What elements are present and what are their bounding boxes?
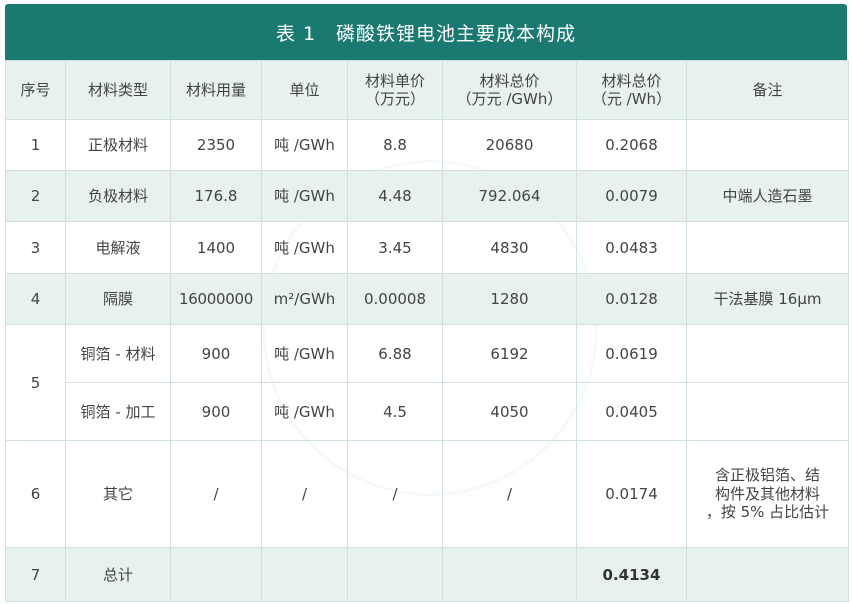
cell-note (686, 119, 849, 171)
cell-note (686, 382, 849, 441)
cost-table-figure: 表 1 磷酸铁锂电池主要成本构成 序号 材料类型 材料用量 单位 材料单价 （万… (0, 0, 852, 604)
cell-type: 隔膜 (65, 273, 171, 325)
cell-cost: 0.2068 (576, 119, 687, 171)
table-row: 1 正极材料 2350 吨 /GWh 8.8 20680 0.2068 (5, 119, 849, 171)
cell-note (686, 221, 849, 274)
cell-price: 3.45 (347, 221, 443, 274)
cell-note: 干法基膜 16μm (686, 273, 849, 325)
cell-price: 6.88 (347, 324, 443, 383)
header-unit: 单位 (261, 60, 348, 120)
cell-price: 4.48 (347, 170, 443, 222)
cell-type: 铜箔 - 加工 (65, 382, 171, 441)
table-row: 6 其它 / / / / 0.0174 含正极铝箔、结 构件及其他材料 ，按 5… (5, 440, 849, 548)
cost-table: 序号 材料类型 材料用量 单位 材料单价 （万元） 材料总价 （万元 /GWh）… (5, 60, 849, 602)
cell-index: 1 (5, 119, 66, 171)
cell-price: 8.8 (347, 119, 443, 171)
cell-cost: 0.0405 (576, 382, 687, 441)
table-row: 铜箔 - 加工 900 吨 /GWh 4.5 4050 0.0405 (6, 382, 849, 441)
header-cost-line2: （元 /Wh） (591, 90, 672, 108)
cell-cost: 0.0079 (576, 170, 687, 222)
cell-index: 3 (5, 221, 66, 274)
cell-type: 铜箔 - 材料 (65, 324, 171, 383)
note-line1: 含正极铝箔、结 (714, 465, 820, 484)
cell-type: 其它 (65, 440, 171, 548)
header-unit-price: 材料单价 （万元） (347, 60, 443, 120)
cell-note: 中端人造石墨 (686, 170, 849, 222)
cell-unit: 吨 /GWh (261, 221, 348, 274)
cell-amount: 900 (170, 382, 262, 441)
header-type: 材料类型 (65, 60, 171, 120)
cell-unit (261, 547, 348, 602)
cell-amount: 900 (170, 324, 262, 383)
table-title: 表 1 磷酸铁锂电池主要成本构成 (5, 4, 847, 60)
header-index: 序号 (5, 60, 66, 120)
table-row: 5 铜箔 - 材料 900 吨 /GWh 6.88 6192 0.0619 (5, 324, 849, 441)
cell-total: 4050 (442, 382, 577, 441)
cell-index: 2 (5, 170, 66, 222)
cell-amount: 176.8 (170, 170, 262, 222)
cell-index: 5 (5, 324, 66, 441)
cell-index: 4 (5, 273, 66, 325)
cell-price: 4.5 (347, 382, 443, 441)
cell-index: 6 (5, 440, 66, 548)
cell-index: 7 (5, 547, 66, 602)
header-total: 材料总价 （万元 /GWh） (442, 60, 577, 120)
cell-cost: 0.0128 (576, 273, 687, 325)
cell-amount: 1400 (170, 221, 262, 274)
cell-price (347, 547, 443, 602)
cell-unit: m²/GWh (261, 273, 348, 325)
header-cost-line1: 材料总价 (601, 72, 662, 90)
header-unit-price-line1: 材料单价 (364, 72, 425, 90)
cell-amount: 16000000 (170, 273, 262, 325)
cell-amount: 2350 (170, 119, 262, 171)
header-unit-price-line2: （万元） (364, 90, 425, 108)
cell-total (442, 547, 577, 602)
cell-note (686, 324, 849, 383)
cell-price: / (347, 440, 443, 548)
table-row-total: 7 总计 0.4134 (5, 547, 849, 602)
cell-note (686, 547, 849, 602)
cell-amount: / (170, 440, 262, 548)
table-row: 4 隔膜 16000000 m²/GWh 0.00008 1280 0.0128… (5, 273, 849, 325)
cell-amount (170, 547, 262, 602)
header-note: 备注 (686, 60, 849, 120)
cell-type: 总计 (65, 547, 171, 602)
cell-unit: / (261, 440, 348, 548)
table-row: 3 电解液 1400 吨 /GWh 3.45 4830 0.0483 (5, 221, 849, 274)
cell-total: / (442, 440, 577, 548)
cell-unit: 吨 /GWh (261, 324, 348, 383)
header-total-line2: （万元 /GWh） (456, 90, 563, 108)
cell-unit: 吨 /GWh (261, 382, 348, 441)
cell-note: 含正极铝箔、结 构件及其他材料 ，按 5% 占比估计 (686, 440, 849, 548)
cell-cost: 0.0483 (576, 221, 687, 274)
header-cost: 材料总价 （元 /Wh） (576, 60, 687, 120)
cell-type: 电解液 (65, 221, 171, 274)
header-row: 序号 材料类型 材料用量 单位 材料单价 （万元） 材料总价 （万元 /GWh）… (5, 60, 849, 120)
cell-total: 20680 (442, 119, 577, 171)
cell-total: 6192 (442, 324, 577, 383)
note-line3: ，按 5% 占比估计 (705, 503, 830, 522)
header-amount: 材料用量 (170, 60, 262, 120)
cell-type: 正极材料 (65, 119, 171, 171)
cell-cost-total: 0.4134 (576, 547, 687, 602)
cell-total: 4830 (442, 221, 577, 274)
table-row: 2 负极材料 176.8 吨 /GWh 4.48 792.064 0.0079 … (5, 170, 849, 222)
cell-cost: 0.0619 (576, 324, 687, 383)
header-total-line1: 材料总价 (479, 72, 540, 90)
cell-total: 1280 (442, 273, 577, 325)
cell-unit: 吨 /GWh (261, 119, 348, 171)
cell-total: 792.064 (442, 170, 577, 222)
note-line2: 构件及其他材料 (714, 484, 820, 503)
cell-type: 负极材料 (65, 170, 171, 222)
cell-unit: 吨 /GWh (261, 170, 348, 222)
cell-cost: 0.0174 (576, 440, 687, 548)
cell-price: 0.00008 (347, 273, 443, 325)
